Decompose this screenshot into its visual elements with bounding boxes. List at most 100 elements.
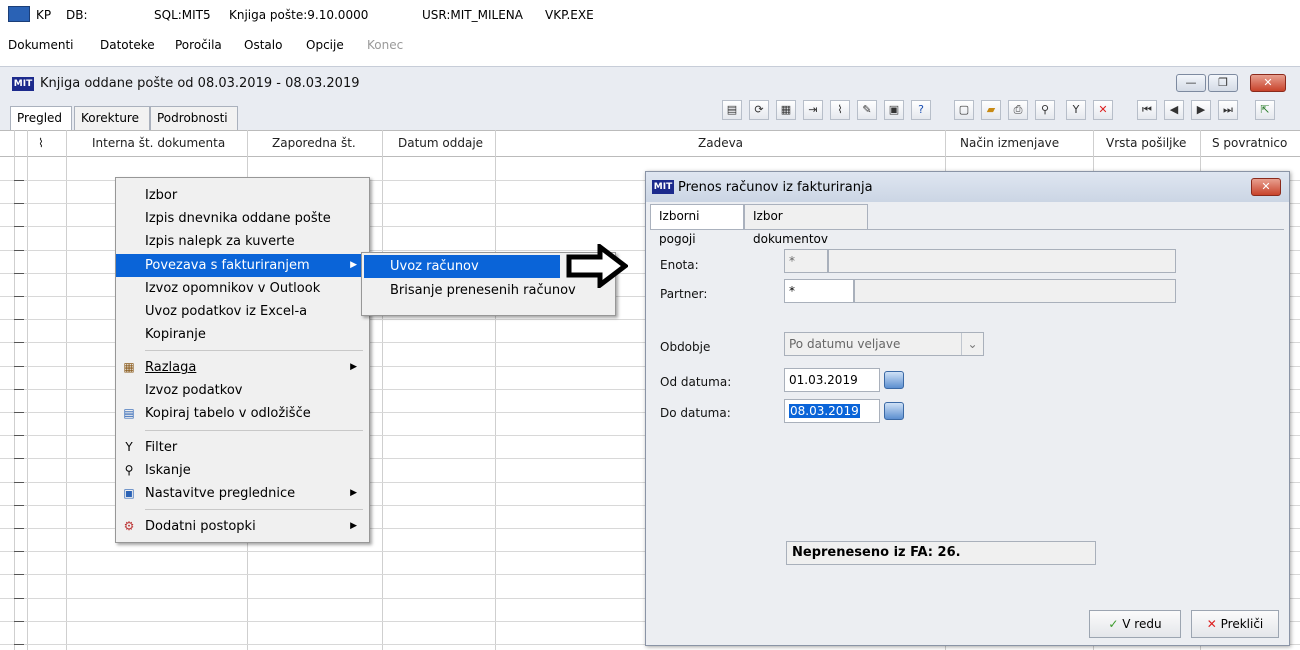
col-s-povratnico[interactable]: S povratnico [1212, 130, 1287, 156]
open-folder-icon[interactable]: ▰ [981, 100, 1001, 120]
menu-porocila[interactable]: Poročila [175, 38, 222, 52]
menu-item-kopiranje[interactable]: Kopiranje [116, 323, 369, 346]
row-marker [14, 644, 24, 645]
partner-name-field[interactable] [854, 279, 1176, 303]
col-zaporedna-st[interactable]: Zaporedna št. [272, 130, 356, 156]
filter-icon: Y [125, 440, 133, 454]
menu-item-dodatni-postopki[interactable]: ⚙ Dodatni postopki ▶ [116, 515, 369, 538]
status-box: Nepreneseno iz FA: 26. [786, 541, 1096, 565]
cancel-icon[interactable]: ✕ [1093, 100, 1113, 120]
settings-icon: ▣ [123, 486, 135, 500]
search-icon[interactable]: ⚲ [1035, 100, 1055, 120]
calendar-icon[interactable] [884, 402, 904, 420]
app-title-version: Knjiga pošte:9.10.0000 [229, 8, 369, 22]
close-icon[interactable]: ✕ [1250, 74, 1286, 92]
menu-item-razlaga[interactable]: ▦ Razlaga ▶ [116, 356, 369, 379]
filter-icon[interactable]: Y [1066, 100, 1086, 120]
col-interna-st[interactable]: Interna št. dokumenta [92, 130, 225, 156]
menu-item-uvoz-excel[interactable]: Uvoz podatkov iz Excel-a [116, 300, 369, 323]
dialog-title-bar: MIT Prenos računov iz fakturiranja ✕ [646, 172, 1289, 202]
menu-item-izvoz-podatkov[interactable]: Izvoz podatkov [116, 379, 369, 402]
explain-icon[interactable]: ▦ [776, 100, 796, 120]
printer-icon[interactable]: ⎙ [1008, 100, 1028, 120]
submenu-item-uvoz-racunov[interactable]: Uvoz računov [364, 255, 560, 278]
menu-item-label: Razlaga [145, 360, 197, 375]
tab-podrobnosti[interactable]: Podrobnosti [150, 106, 238, 130]
row-marker [14, 412, 24, 413]
row-marker [14, 296, 24, 297]
col-nacin-izmenjave[interactable]: Način izmenjave [960, 130, 1059, 156]
menu-item-izpis-dnevnika[interactable]: Izpis dnevnika oddane pošte [116, 207, 369, 230]
menu-item-izpis-nalepk[interactable]: Izpis nalepk za kuverte [116, 230, 369, 253]
minimize-button[interactable]: — [1176, 74, 1206, 92]
first-record-icon[interactable]: ⏮ [1137, 100, 1157, 120]
context-menu: Izbor Izpis dnevnika oddane pošte Izpis … [115, 177, 370, 543]
row-marker [14, 226, 24, 227]
attachment-icon[interactable]: ⌇ [830, 100, 850, 120]
col-datum-oddaje[interactable]: Datum oddaje [398, 130, 483, 156]
row-marker [14, 482, 24, 483]
menu-item-nastavitve[interactable]: ▣ Nastavitve preglednice ▶ [116, 482, 369, 505]
menu-item-izvoz-opomnikov[interactable]: Izvoz opomnikov v Outlook [116, 277, 369, 300]
row-marker [14, 389, 24, 390]
menu-item-iskanje[interactable]: ⚲ Iskanje [116, 459, 369, 482]
grid-vline [27, 130, 28, 650]
menu-item-kopiraj-tabelo[interactable]: ▤ Kopiraj tabelo v odložišče [116, 402, 369, 425]
help-icon[interactable]: ? [911, 100, 931, 120]
partner-code-field[interactable]: * [784, 279, 854, 303]
menu-item-povezava-fakturiranje[interactable]: Povezava s fakturiranjem ▶ [116, 254, 369, 277]
menu-opcije[interactable]: Opcije [306, 38, 344, 52]
col-zadeva[interactable]: Zadeva [698, 130, 743, 156]
arrow-pointer-icon [566, 244, 628, 288]
row-marker [14, 598, 24, 599]
print-preview-icon[interactable]: ▤ [722, 100, 742, 120]
last-record-icon[interactable]: ⏭ [1218, 100, 1238, 120]
tab-pregled[interactable]: Pregled [10, 106, 72, 130]
refresh-icon[interactable]: ⟳ [749, 100, 769, 120]
menu-dokumenti[interactable]: Dokumenti [8, 38, 73, 52]
ok-button[interactable]: ✓ V redu [1089, 610, 1181, 638]
row-marker [14, 203, 24, 204]
check-icon: ✓ [1108, 617, 1119, 631]
row-marker [14, 574, 24, 575]
app-title-name: KP [36, 8, 52, 22]
menu-item-izbor[interactable]: Izbor [116, 184, 369, 207]
next-record-icon[interactable]: ▶ [1191, 100, 1211, 120]
menu-separator [145, 509, 363, 510]
exit-icon[interactable]: ⇱ [1255, 100, 1275, 120]
menu-ostalo[interactable]: Ostalo [244, 38, 282, 52]
app-title-user: USR:MIT_MILENA [422, 8, 523, 22]
row-marker [14, 273, 24, 274]
app-title-exe: VKP.EXE [545, 8, 594, 22]
row-marker [14, 366, 24, 367]
screen-icon[interactable]: ▣ [884, 100, 904, 120]
cancel-button[interactable]: ✕ Prekliči [1191, 610, 1279, 638]
enota-name-field[interactable] [828, 249, 1176, 273]
restore-button[interactable]: ❐ [1208, 74, 1238, 92]
export-icon[interactable]: ⇥ [803, 100, 823, 120]
menu-item-label: Filter [145, 440, 178, 455]
od-datuma-field[interactable]: 01.03.2019 [784, 368, 880, 392]
chevron-down-icon[interactable]: ⌄ [961, 333, 983, 355]
enota-code-field[interactable]: * [784, 249, 828, 273]
obdobje-select[interactable]: Po datumu veljave ⌄ [784, 332, 984, 356]
calendar-icon[interactable] [884, 371, 904, 389]
menu-bar: Dokumenti Datoteke Poročila Ostalo Opcij… [0, 34, 1300, 56]
paperclip-icon: ⌇ [38, 136, 44, 150]
od-datuma-label: Od datuma: [660, 375, 732, 389]
prev-record-icon[interactable]: ◀ [1164, 100, 1184, 120]
new-document-icon[interactable]: ▢ [954, 100, 974, 120]
tab-izborni-pogoji[interactable]: Izborni pogoji [650, 204, 744, 246]
col-vrsta-posiljke[interactable]: Vrsta pošiljke [1106, 130, 1186, 156]
edit-icon[interactable]: ✎ [857, 100, 877, 120]
menu-konec[interactable]: Konec [367, 38, 403, 52]
tab-izbor-dokumentov[interactable]: Izbor dokumentov [744, 204, 868, 246]
do-datuma-field[interactable]: 08.03.2019 [784, 399, 880, 423]
dialog-close-icon[interactable]: ✕ [1251, 178, 1281, 196]
row-marker [14, 528, 24, 529]
partner-label: Partner: [660, 287, 708, 301]
mit-logo-icon: MIT [12, 77, 34, 91]
menu-datoteke[interactable]: Datoteke [100, 38, 155, 52]
tab-korekture[interactable]: Korekture [74, 106, 150, 130]
menu-item-filter[interactable]: Y Filter [116, 436, 369, 459]
